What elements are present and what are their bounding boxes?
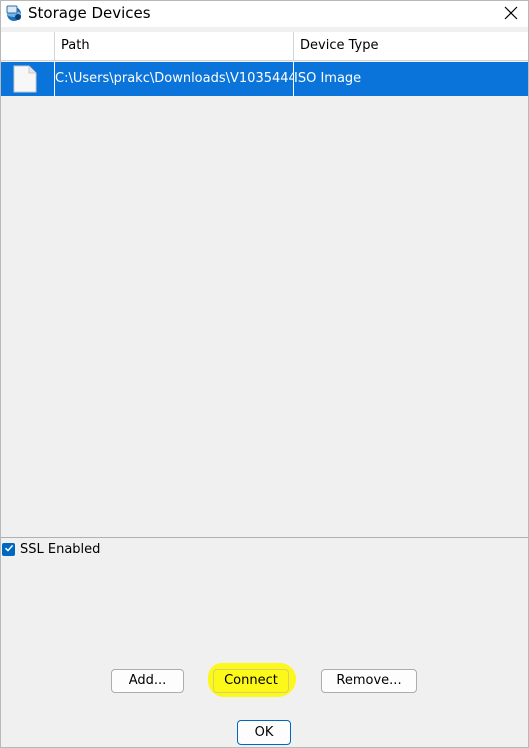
column-header-path[interactable]: Path (55, 32, 294, 60)
table-header: Path Device Type (1, 32, 528, 61)
divider (1, 537, 528, 538)
connect-button[interactable]: Connect (213, 669, 289, 693)
close-button[interactable] (498, 2, 524, 26)
ssl-enabled-checkbox[interactable]: SSL Enabled (1, 541, 100, 557)
column-header-device-type[interactable]: Device Type (294, 32, 528, 60)
storage-devices-icon (5, 4, 23, 22)
storage-devices-table: Path Device Type C:\Users\prakc\Download… (1, 32, 528, 537)
title-bar: Storage Devices (1, 1, 528, 27)
row-icon-cell (1, 62, 55, 96)
checkbox[interactable] (2, 542, 15, 557)
file-icon (13, 65, 37, 93)
window-title: Storage Devices (28, 4, 151, 22)
checkmark-icon (4, 542, 14, 557)
storage-devices-dialog: Storage Devices Path Device Type C:\User… (0, 0, 529, 748)
close-icon (504, 5, 518, 24)
row-device-type: ISO Image (294, 71, 362, 86)
add-button[interactable]: Add... (111, 669, 184, 693)
row-path: C:\Users\prakc\Downloads\V1035444-... (55, 62, 294, 96)
ok-button[interactable]: OK (237, 720, 291, 745)
table-row[interactable]: C:\Users\prakc\Downloads\V1035444-... IS… (1, 62, 528, 96)
ssl-enabled-label: SSL Enabled (20, 541, 101, 557)
column-header-icon[interactable] (1, 32, 55, 60)
remove-button[interactable]: Remove... (321, 669, 417, 693)
